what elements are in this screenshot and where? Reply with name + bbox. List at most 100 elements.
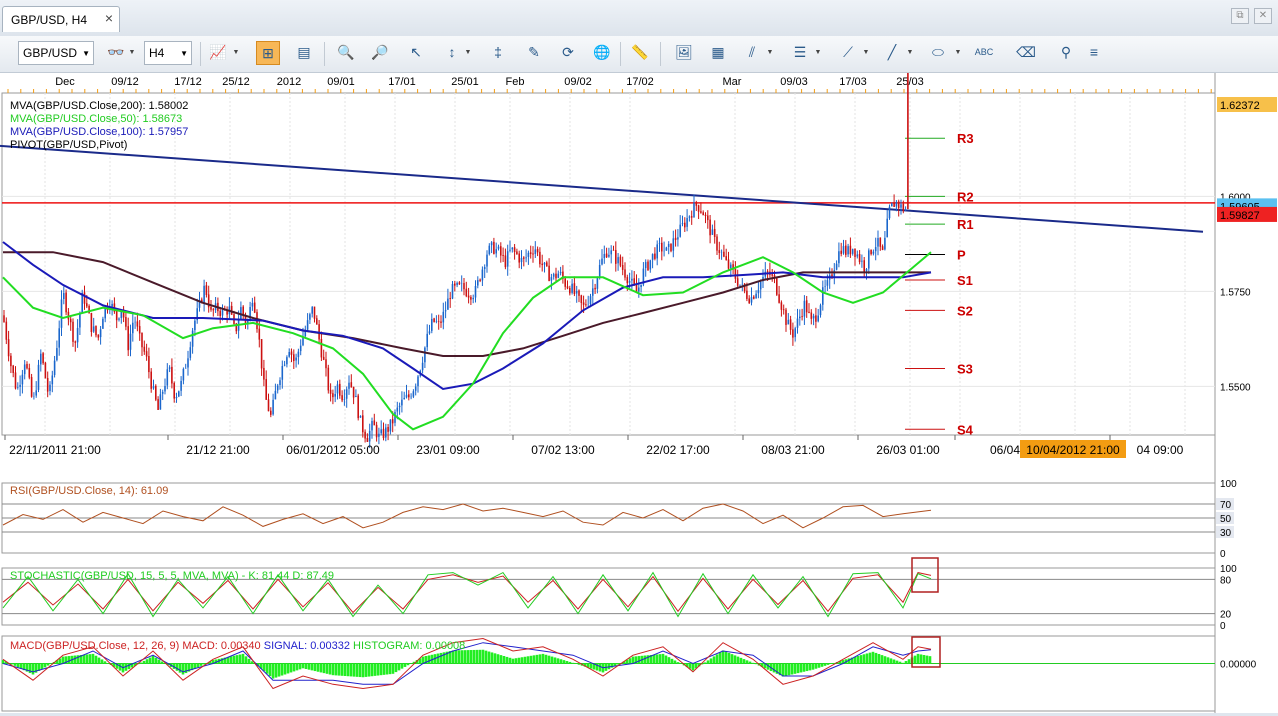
chart-type-icon[interactable]: 📈 [206,41,230,65]
bottom-time-label: 04 09:00 [1137,443,1184,457]
chevron-down-icon: ▼ [82,49,90,58]
bottom-time-label: 26/03 01:00 [876,443,940,457]
top-date-label: 17/02 [626,76,654,88]
zoom-out-icon[interactable]: 🔎 [368,41,392,65]
chart-area[interactable]: 1.5500 1.5750 1.6000 Dec 09/12 17/12 25/12 2012… [0,73,1278,713]
chevron-down-icon[interactable]: ▼ [464,41,472,65]
restore-window-icon[interactable]: ⧉ [1230,8,1249,24]
template-icon[interactable]: ✎ [522,41,546,65]
menu-icon[interactable]: ≡ [1082,41,1106,65]
rsi-tick-label: 100 [1220,479,1237,490]
cursor-icon[interactable]: ↖ [404,41,428,65]
price-tag-line: 1.59827 [1220,210,1260,222]
close-window-icon[interactable]: ✕ [1254,8,1272,24]
bottom-time-label: 07/02 13:00 [531,443,595,457]
main-panel [1,92,1216,436]
glasses-icon[interactable]: 👓 [104,41,128,65]
ellipse-icon[interactable]: ⬭ [926,41,950,65]
tab-bar: GBP/USD, H4 × ⧉ ✕ [0,0,1278,37]
top-date-label: 17/03 [839,76,867,88]
pivot-level-label: S1 [957,273,973,288]
chevron-down-icon[interactable]: ▼ [232,41,240,65]
bottom-time-label: 06/04 [990,443,1020,457]
rsi-tick-label: 0 [1220,549,1226,560]
chevron-down-icon: ▼ [180,49,188,58]
stochastic-tick-label: 100 [1220,564,1237,575]
stochastic-title: STOCHASTIC(GBP/USD, 15, 5, 5, MVA, MVA) … [10,570,334,582]
stochastic-tick-label: 0 [1220,621,1226,632]
top-date-label: Dec [55,76,75,88]
chevron-down-icon[interactable]: ▼ [954,41,962,65]
bottom-time-label: 08/03 21:00 [761,443,825,457]
rsi-title: RSI(GBP/USD.Close, 14): 61.09 [10,485,168,497]
screenshot-icon[interactable]: ▦ [706,41,730,65]
pivot-level-label: S4 [957,422,974,437]
legend-entry: PIVOT(GBP/USD,Pivot) [10,139,127,151]
zoom-in-icon[interactable]: 🔍 [334,41,358,65]
top-date-label: Feb [506,76,525,88]
symbol-select[interactable]: GBP/USD ▼ [18,41,94,65]
window-controls: ⧉ ✕ [1229,8,1272,24]
chevron-down-icon[interactable]: ▼ [862,41,870,65]
tab-title: GBP/USD, H4 [11,13,88,27]
chevron-down-icon[interactable]: ▼ [814,41,822,65]
top-date-label: 09/02 [564,76,592,88]
zoom-fit-icon[interactable]: ⊞ [256,41,280,65]
rsi-tick-label: 50 [1220,514,1232,525]
trendline-icon[interactable]: ⟋ [836,41,860,65]
top-date-label: 17/12 [174,76,202,88]
top-date-label: 25/03 [896,76,924,88]
bottom-time-label: 21/12 21:00 [186,443,250,457]
channel-icon[interactable]: ☰ [788,41,812,65]
pivot-level-label: S3 [957,362,973,377]
price-tick-label: 1.5750 [1220,287,1251,298]
stochastic-tick-label: 80 [1220,575,1232,586]
macd-title: MACD(GBP/USD.Close, 12, 26, 9) MACD: 0.0… [10,640,465,652]
top-date-label: 2012 [277,76,301,88]
bottom-time-label: 22/11/2011 21:00 [9,443,101,457]
chevron-down-icon[interactable]: ▼ [906,41,914,65]
pivot-level-label: R2 [957,189,974,204]
legend-entry: MVA(GBP/USD.Close,50): 1.58673 [10,113,182,125]
top-date-label: 17/01 [388,76,416,88]
ruler-icon[interactable]: 📏 [628,41,652,65]
top-date-label: Mar [723,76,742,88]
data-window-icon[interactable]: ▤ [292,41,316,65]
chevron-down-icon[interactable]: ▼ [766,41,774,65]
indicator-icon[interactable]: ↕ [440,41,464,65]
refresh-icon[interactable]: ⟳ [556,41,580,65]
bottom-time-label: 23/01 09:00 [416,443,480,457]
cross-line-icon[interactable]: ‡ [486,41,510,65]
toolbar: GBP/USD ▼ 👓 ▼ H4 ▼ 📈 ▼ ⊞ ▤ 🔍 🔎 ↖ ↕ ▼ ‡ ✎… [0,36,1278,73]
image-icon[interactable]: 🖼 [672,41,696,65]
bottom-time-label: 06/01/2012 05:00 [286,443,380,457]
line-icon[interactable]: ╱ [880,41,904,65]
timeframe-select[interactable]: H4 ▼ [144,41,192,65]
pivot-level-label: P [957,248,966,263]
cursor-time-tag: 10/04/2012 21:00 [1026,443,1120,457]
chart-tab[interactable]: GBP/USD, H4 × [2,6,120,32]
top-date-label: 25/12 [222,76,250,88]
legend-entry: MVA(GBP/USD.Close,200): 1.58002 [10,100,188,112]
fibonacci-icon[interactable]: ⫽ [740,41,764,65]
pivot-level-label: R1 [957,217,974,232]
chart-svg[interactable]: 1.55001.57501.6000Dec 09/12 17/12 25/12 2012… [0,73,1278,713]
top-date-label: 09/12 [111,76,139,88]
eraser-icon[interactable]: ⌫ [1014,41,1038,65]
globe-icon[interactable]: 🌐 [590,41,614,65]
pivot-level-label: S2 [957,303,973,318]
bottom-time-label: 22/02 17:00 [646,443,710,457]
text-icon[interactable]: ABC [972,41,996,65]
chevron-down-icon[interactable]: ▼ [128,41,136,65]
legend-entry: MVA(GBP/USD.Close,100): 1.57957 [10,126,188,138]
tab-close-icon[interactable]: × [105,10,113,26]
layout-icon[interactable]: ⚲ [1054,41,1078,65]
top-date-label: 25/01 [451,76,479,88]
price-tag-top: 1.62372 [1220,100,1260,112]
top-date-label: 09/03 [780,76,808,88]
price-tick-label: 1.5500 [1220,382,1251,393]
symbol-value: GBP/USD [23,46,78,60]
rsi-tick-label: 70 [1220,500,1232,511]
pivot-level-label: R3 [957,131,974,146]
macd-tick-label: 0.00000 [1220,660,1257,671]
